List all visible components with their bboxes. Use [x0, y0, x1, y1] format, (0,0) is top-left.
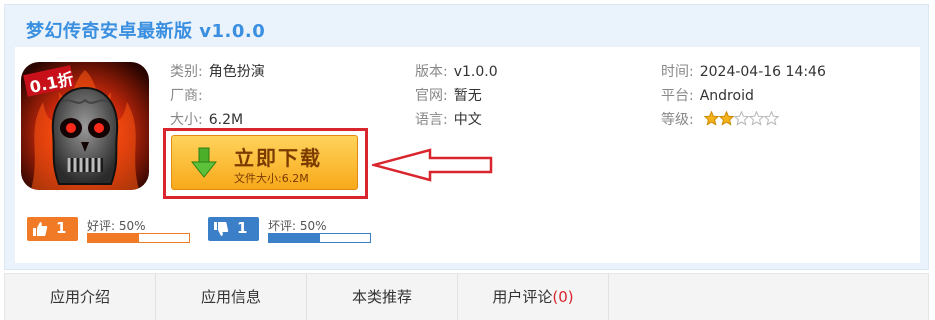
thumbs-up-icon	[33, 222, 48, 236]
app-icon[interactable]: 0.1折	[21, 62, 149, 190]
star-empty-icon	[763, 110, 780, 126]
star-empty-icon	[748, 110, 765, 126]
app-title: 梦幻传奇安卓最新版 v1.0.0	[26, 21, 266, 42]
meta-size: 大小: 6.2M	[170, 112, 244, 128]
thumbs-down-icon	[214, 222, 229, 236]
tab-intro[interactable]: 应用介绍	[5, 274, 156, 320]
rating-stars	[703, 110, 780, 131]
good-vote-label: 好评: 50%	[87, 219, 146, 233]
meta-vendor: 厂商:	[170, 88, 203, 104]
tab-bar: 应用介绍 应用信息 本类推荐 用户评论(0)	[4, 273, 929, 320]
tab-comments[interactable]: 用户评论(0)	[458, 274, 609, 320]
star-empty-icon	[733, 110, 750, 126]
good-vote: 1 好评: 50%	[27, 217, 192, 243]
star-filled-icon	[718, 110, 735, 126]
meta-version: 版本: v1.0.0	[415, 64, 498, 80]
meta-website: 官网: 暂无	[415, 88, 482, 104]
bad-vote-button[interactable]: 1	[208, 217, 259, 241]
meta-rating: 等级:	[661, 110, 780, 131]
download-button[interactable]: 立即下载 文件大小:6.2M	[171, 135, 358, 190]
download-filesize: 文件大小:6.2M	[234, 172, 309, 185]
meta-language: 语言: 中文	[415, 112, 482, 128]
good-vote-bar-fill	[88, 234, 139, 242]
pointer-arrow-icon	[372, 148, 493, 182]
good-vote-bar	[87, 233, 190, 243]
star-filled-icon	[703, 110, 720, 126]
good-vote-count: 1	[56, 219, 67, 237]
comments-count: (0)	[552, 288, 574, 306]
download-label: 立即下载	[234, 146, 322, 170]
tab-app-info[interactable]: 应用信息	[156, 274, 307, 320]
good-vote-button[interactable]: 1	[27, 217, 78, 241]
bad-vote-bar	[268, 233, 371, 243]
meta-time: 时间: 2024-04-16 14:46	[661, 64, 826, 80]
bad-vote-count: 1	[237, 219, 248, 237]
meta-platform: 平台: Android	[661, 88, 754, 104]
skull-icon: 0.1折	[21, 62, 149, 190]
tab-recommend[interactable]: 本类推荐	[307, 274, 458, 320]
bad-vote-label: 坏评: 50%	[268, 219, 327, 233]
meta-category: 类别: 角色扮演	[170, 64, 265, 80]
bad-vote: 1 坏评: 50%	[208, 217, 373, 243]
download-arrow-icon	[191, 147, 217, 178]
bad-vote-bar-fill	[269, 234, 320, 242]
